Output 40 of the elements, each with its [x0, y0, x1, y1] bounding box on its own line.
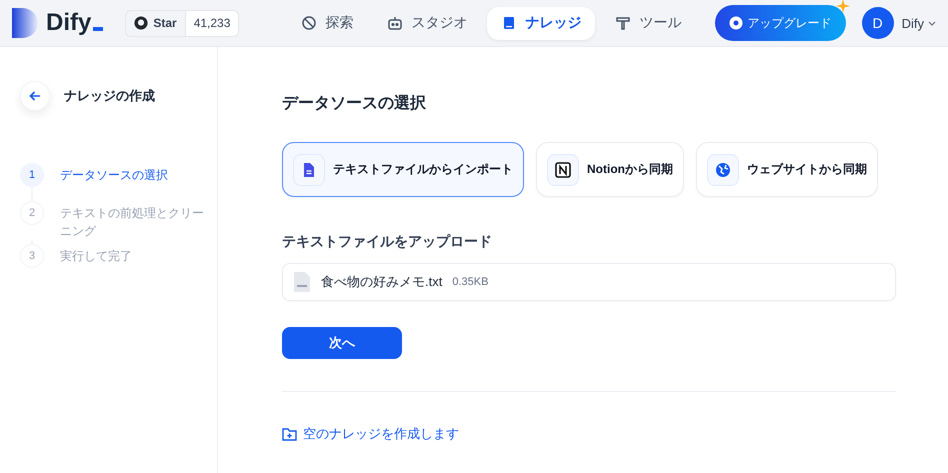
upload-title: テキストファイルをアップロード [282, 233, 493, 251]
arrow-left-icon [29, 90, 41, 102]
txt-file-icon [293, 271, 311, 293]
data-source-option[interactable]: テキストファイルからインポート [282, 142, 524, 197]
step-label: データソースの選択 [60, 167, 169, 184]
star-count: 41,233 [184, 10, 238, 36]
github-star-widget[interactable]: Star 41,233 [125, 10, 240, 36]
step-label: テキストの前処理とクリーニング [60, 205, 205, 240]
user-name[interactable]: Dify [902, 16, 924, 30]
badge-icon [728, 16, 743, 30]
chevron-down-icon [928, 20, 936, 26]
notion-icon [554, 160, 572, 178]
folder-plus-icon [282, 428, 297, 440]
create-empty-link[interactable]: 空のナレッジを作成します [282, 425, 459, 443]
back-button[interactable] [20, 81, 50, 111]
step-number: 3 [20, 244, 44, 268]
nav-tab[interactable]: ナレッジ [487, 6, 596, 40]
section-title: データソースの選択 [282, 94, 427, 114]
file-name: 食べ物の好みメモ.txt [321, 273, 442, 291]
user-avatar[interactable]: D [862, 7, 894, 39]
step-label: 実行して完了 [60, 248, 133, 265]
sparkle-icon [836, 0, 850, 13]
robot-icon [387, 15, 404, 31]
nav-tab[interactable]: ツール [601, 6, 696, 40]
step-number: 2 [20, 201, 44, 225]
data-source-option[interactable]: ウェブサイトから同期 [696, 142, 878, 197]
data-source-option[interactable]: Notionから同期 [536, 142, 684, 197]
hammer-icon [615, 15, 632, 31]
nav-tab[interactable]: 探索 [287, 6, 368, 40]
logo-text: Dify [46, 9, 92, 37]
document-icon [302, 162, 316, 178]
cursor-icon [93, 27, 104, 31]
next-button[interactable]: 次へ [282, 327, 402, 359]
star-label: Star [153, 16, 177, 30]
nav-tab[interactable]: スタジオ [373, 6, 482, 40]
upgrade-button[interactable]: アップグレード [714, 5, 846, 41]
page-title: ナレッジの作成 [64, 87, 155, 105]
logo-icon [12, 8, 38, 38]
step-number: 1 [20, 163, 44, 187]
file-size: 0.35KB [452, 276, 488, 288]
